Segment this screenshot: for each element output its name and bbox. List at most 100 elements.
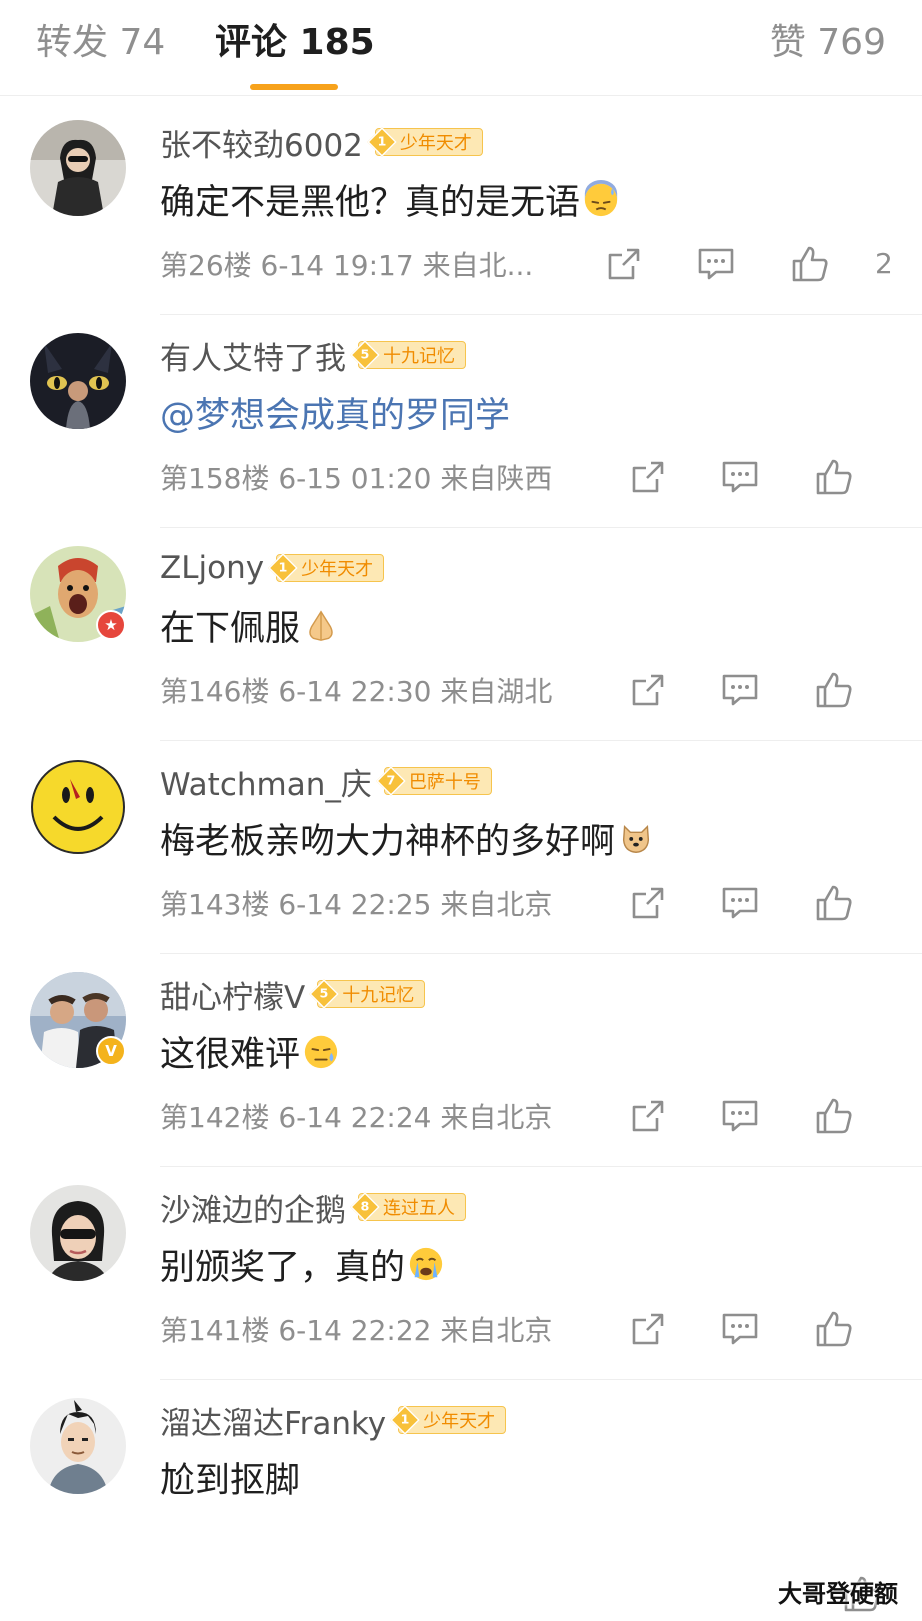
crying-face-emoji (409, 1247, 443, 1281)
share-icon (632, 674, 664, 706)
fan-level-badge[interactable]: 1 少年天才 (367, 127, 483, 157)
comment-item: Watchman_庆 7 巴萨十号 梅老板亲吻大力神杯的多好啊 第143楼 6-1… (0, 743, 922, 963)
tab-likes[interactable]: 赞 769 (770, 20, 886, 66)
share-icon (632, 1313, 664, 1345)
reply-button[interactable] (718, 1094, 762, 1138)
fan-level-badge[interactable]: 7 巴萨十号 (376, 766, 492, 796)
diamond-level-icon: 1 (367, 127, 397, 157)
thumbs-up-icon (816, 1098, 852, 1134)
like-button[interactable] (812, 668, 856, 712)
share-icon (608, 248, 640, 280)
clasped-hands-emoji (309, 610, 333, 641)
comment-item: ★ ZLjony 1 少年天才 在下佩服 第146楼 6-14 22:30 来自湖… (0, 530, 922, 750)
comment-icon (722, 674, 758, 706)
comment-meta: 第141楼 6-14 22:22 来自北京 (160, 1314, 553, 1347)
diamond-level-icon: 5 (309, 979, 340, 1009)
fan-level-badge[interactable]: 1 少年天才 (390, 1405, 507, 1435)
username[interactable]: Watchman_庆 (160, 759, 372, 804)
comment-icon (698, 248, 734, 280)
share-icon (632, 1100, 664, 1132)
thumbs-up-icon (816, 672, 852, 708)
reply-button[interactable] (718, 881, 762, 925)
tab-comments[interactable]: 评论 185 (215, 20, 375, 66)
comment-text: 这很难评 (160, 1034, 301, 1075)
repost-button[interactable] (626, 668, 670, 712)
avatar[interactable] (30, 120, 126, 216)
repost-button[interactable] (626, 1094, 670, 1138)
username[interactable]: ZLjony (160, 550, 264, 586)
divider (160, 740, 922, 741)
reply-button[interactable] (718, 668, 762, 712)
thumbs-up-icon (816, 885, 852, 921)
comment-item: 溜达溜达Franky 1 少年天才 尬到抠脚 (0, 1382, 922, 1612)
diamond-level-icon: 7 (376, 766, 406, 796)
comment-meta: 第26楼 6-14 19:17 来自北... (160, 249, 534, 282)
tab-repost[interactable]: 转发 74 (36, 20, 165, 66)
repost-button[interactable] (626, 881, 670, 925)
comment-text: 别颁奖了，真的 (160, 1247, 406, 1288)
reply-button[interactable] (718, 455, 762, 499)
diamond-level-icon: 8 (350, 1192, 380, 1222)
repost-button[interactable] (626, 1307, 670, 1351)
diamond-level-icon: 5 (350, 340, 380, 370)
comment-meta: 第143楼 6-14 22:25 来自北京 (160, 888, 553, 921)
sweat-face-emoji (584, 180, 618, 217)
fan-level-badge[interactable]: 5 十九记忆 (350, 340, 466, 370)
username[interactable]: 张不较劲6002 (160, 120, 363, 165)
diamond-level-icon: 1 (268, 553, 298, 583)
share-icon (632, 887, 664, 919)
share-icon (632, 461, 664, 493)
like-button[interactable] (788, 242, 832, 286)
comment-meta: 第146楼 6-14 22:30 来自湖北 (160, 675, 553, 708)
username[interactable]: 溜达溜达Franky (160, 1398, 386, 1443)
comment-icon (722, 1100, 758, 1132)
like-button[interactable] (812, 1094, 856, 1138)
divider (160, 527, 922, 528)
divider (160, 953, 922, 954)
avatar[interactable] (30, 1185, 126, 1281)
like-button[interactable] (812, 881, 856, 925)
comment-text: 尬到抠脚 (160, 1460, 301, 1501)
diamond-level-icon: 1 (390, 1405, 421, 1435)
reply-button[interactable] (694, 242, 738, 286)
comment-text: 梅老板亲吻大力神杯的多好啊 (160, 821, 616, 862)
thumbs-up-icon (816, 1311, 852, 1347)
mention-link[interactable]: @梦想会成真的罗同学 (160, 387, 510, 438)
comment-item: 张不较劲6002 1 少年天才 确定不是黑他？真的是无语 第26楼 6-14 19… (0, 104, 922, 324)
username[interactable]: 有人艾特了我 (160, 333, 346, 378)
avatar[interactable] (30, 759, 126, 855)
username[interactable]: 甜心柠檬V (160, 972, 305, 1017)
repost-button[interactable] (626, 455, 670, 499)
fan-level-badge[interactable]: 5 十九记忆 (309, 979, 426, 1009)
like-count: 2 (875, 247, 893, 280)
doge-emoji (622, 824, 650, 853)
username[interactable]: 沙滩边的企鹅 (160, 1185, 346, 1230)
comment-text: 在下佩服 (160, 608, 301, 649)
like-button[interactable] (812, 455, 856, 499)
comment-icon (722, 1313, 758, 1345)
verified-badge: ★ (96, 610, 126, 640)
comment-meta: 第158楼 6-15 01:20 来自陕西 (160, 462, 553, 495)
divider (160, 1166, 922, 1167)
reply-button[interactable] (718, 1307, 762, 1351)
comment-icon (722, 887, 758, 919)
comment-item: V 甜心柠檬V 5 十九记忆 这很难评 第142楼 6-14 22:24 来自北京 (0, 956, 922, 1176)
watermark: 大哥登硬额 (778, 1580, 898, 1608)
avatar[interactable] (30, 333, 126, 429)
like-button[interactable] (812, 1307, 856, 1351)
verified-badge: V (96, 1036, 126, 1066)
fan-level-badge[interactable]: 1 少年天才 (268, 553, 385, 583)
active-tab-indicator (250, 84, 338, 90)
comment-meta: 第142楼 6-14 22:24 来自北京 (160, 1101, 553, 1134)
thumbs-up-icon (792, 246, 828, 282)
awkward-sweat-emoji (304, 1035, 338, 1069)
comment-item: 有人艾特了我 5 十九记忆 @梦想会成真的罗同学 第158楼 6-15 01:20… (0, 317, 922, 537)
comment-icon (722, 461, 758, 493)
thumbs-up-icon (816, 459, 852, 495)
comment-item: 沙滩边的企鹅 8 连过五人 别颁奖了，真的 第141楼 6-14 22:22 来自… (0, 1169, 922, 1389)
avatar[interactable] (30, 1398, 126, 1494)
comment-text: 确定不是黑他？真的是无语 (160, 182, 581, 223)
repost-button[interactable] (602, 242, 646, 286)
fan-level-badge[interactable]: 8 连过五人 (350, 1192, 466, 1222)
comment-tabs: 转发 74 评论 185 赞 769 (0, 0, 922, 96)
